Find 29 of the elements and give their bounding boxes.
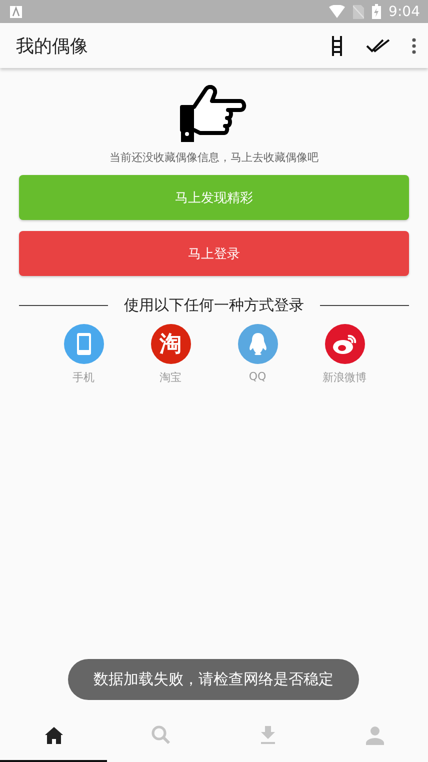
- phone-icon: [76, 332, 92, 356]
- login-option-label: QQ: [248, 370, 266, 383]
- toast-message: 数据加载失败，请检查网络是否稳定: [68, 659, 359, 700]
- qq-login-button[interactable]: [238, 324, 278, 364]
- wifi-icon: [328, 5, 345, 18]
- discover-button[interactable]: 马上发现精彩: [19, 175, 409, 220]
- ladder-icon[interactable]: [330, 34, 344, 56]
- login-option-label: 新浪微博: [322, 370, 366, 385]
- login-option-label: 手机: [72, 370, 94, 385]
- notification-icon: [10, 6, 22, 18]
- search-icon: [150, 725, 170, 745]
- login-button[interactable]: 马上登录: [19, 231, 409, 276]
- weibo-icon: [332, 333, 358, 355]
- empty-message: 当前还没收藏偶像信息，马上去收藏偶像吧: [108, 150, 320, 165]
- login-option-label: 淘宝: [160, 370, 182, 385]
- weibo-login-button[interactable]: [324, 324, 364, 364]
- login-divider-label: 使用以下任何一种方式登录: [124, 296, 304, 315]
- app-bar-title: 我的偶像: [16, 34, 88, 58]
- taobao-login-button[interactable]: 淘: [150, 324, 190, 364]
- double-check-icon[interactable]: [366, 38, 390, 52]
- more-icon[interactable]: [412, 38, 416, 54]
- phone-login-button[interactable]: [64, 324, 104, 364]
- penguin-icon: [248, 332, 268, 356]
- download-icon: [260, 726, 276, 744]
- status-time: 9:04: [388, 4, 420, 20]
- battery-charging-icon: [372, 4, 381, 19]
- no-sim-icon: [352, 4, 364, 18]
- person-icon: [364, 726, 384, 744]
- home-icon: [44, 726, 64, 744]
